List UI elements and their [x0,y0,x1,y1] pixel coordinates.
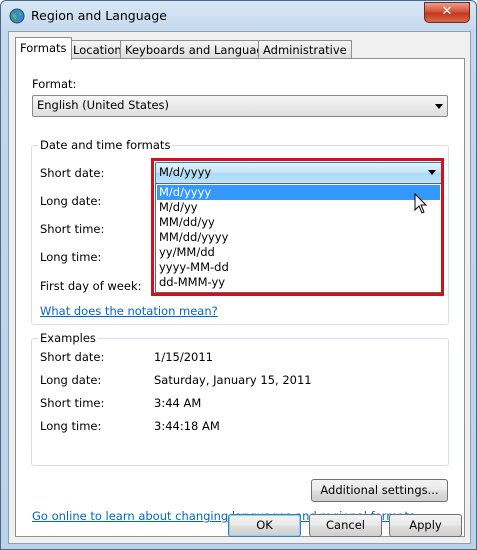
tab-administrative[interactable]: Administrative [258,40,352,59]
format-select-value: English (United States) [37,98,170,112]
red-highlight-box [151,158,444,296]
tab-label: Keyboards and Languages [125,43,277,57]
chevron-down-icon [435,104,443,109]
example-long-date-label: Long date: [40,373,102,387]
example-short-time-label: Short time: [40,396,105,410]
mouse-cursor-icon [414,193,428,214]
tab-label: Administrative [263,43,347,57]
example-short-date-label: Short date: [40,350,105,364]
tab-label: Location [73,43,122,57]
formats-tab-page: Format: English (United States) Date and… [15,58,465,537]
first-day-of-week-label: First day of week: [40,279,142,293]
cancel-button[interactable]: Cancel [309,514,382,537]
long-time-label: Long time: [40,250,102,264]
close-button[interactable]: ✕ [424,2,470,23]
tab-formats[interactable]: Formats [15,37,72,60]
example-long-time-value: 3:44:18 AM [154,419,220,433]
examples-heading: Examples [38,331,98,345]
format-select[interactable]: English (United States) [32,95,448,117]
short-date-label: Short date: [40,166,105,180]
format-label: Format: [32,77,77,91]
notation-help-link[interactable]: What does the notation mean? [40,304,218,318]
region-language-window: Region and Language ✕ Formats Location K… [0,0,477,550]
window-title: Region and Language [31,8,167,23]
tab-label: Formats [20,41,67,55]
apply-button[interactable]: Apply [389,514,462,537]
close-icon: ✕ [441,4,453,19]
long-date-label: Long date: [40,194,102,208]
globe-icon [9,8,25,24]
additional-settings-button[interactable]: Additional settings... [311,479,448,502]
date-time-formats-heading: Date and time formats [38,138,173,152]
example-long-date-value: Saturday, January 15, 2011 [154,373,312,387]
tab-location[interactable]: Location [68,40,127,59]
title-bar[interactable]: Region and Language ✕ [1,1,476,31]
ok-button[interactable]: OK [228,514,301,537]
example-short-time-value: 3:44 AM [154,396,202,410]
short-time-label: Short time: [40,222,105,236]
example-long-time-label: Long time: [40,419,102,433]
example-short-date-value: 1/15/2011 [154,350,213,364]
